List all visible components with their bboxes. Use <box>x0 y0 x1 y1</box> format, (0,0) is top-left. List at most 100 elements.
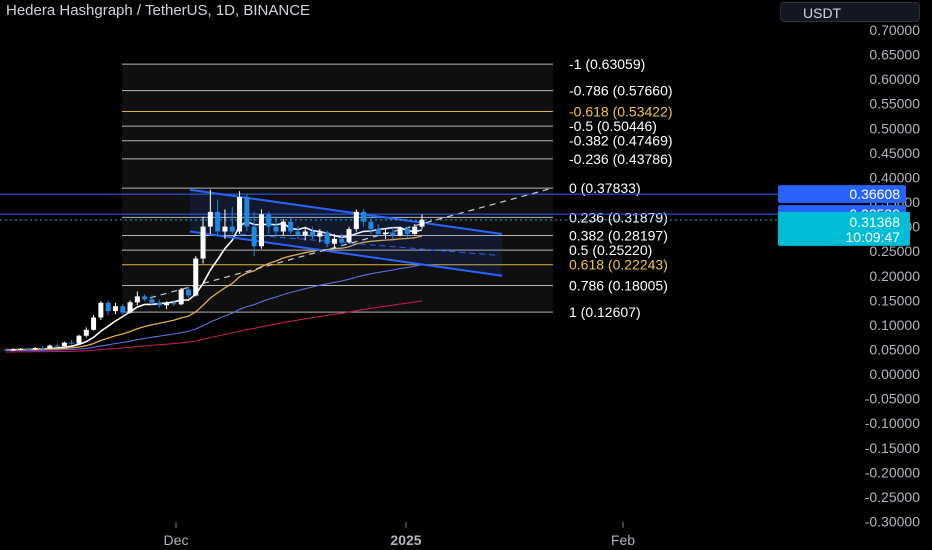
price-tick-label: 0.55000 <box>869 96 920 112</box>
price-tick-label: 0.20000 <box>869 268 920 284</box>
candle-body <box>266 214 272 227</box>
countdown-text: 10:09:47 <box>846 229 901 245</box>
time-tick-label: 2025 <box>390 532 421 548</box>
price-tick-label: -0.05000 <box>865 391 920 407</box>
time-tick-label: Dec <box>164 532 189 548</box>
price-tick-label: -0.10000 <box>865 415 920 431</box>
candle-body <box>47 345 53 349</box>
candle-body <box>10 349 16 351</box>
candle-body <box>324 232 330 244</box>
price-label-text: 0.36608 <box>849 186 900 202</box>
fib-level-label: -0.786 (0.57660) <box>569 83 673 99</box>
current-price-text: 0.31368 <box>849 214 900 230</box>
candle-body <box>361 211 367 222</box>
fib-band <box>122 126 553 141</box>
price-tick-label: 0.50000 <box>869 120 920 136</box>
price-tick-label: -0.25000 <box>865 489 920 505</box>
candle-body <box>288 221 294 232</box>
price-tick-label: 0.10000 <box>869 317 920 333</box>
time-axis[interactable]: Dec 2025 Feb <box>164 522 636 548</box>
fib-level-label: -0.382 (0.47469) <box>569 133 673 149</box>
candle-body <box>54 345 60 347</box>
candle-body <box>3 349 9 351</box>
candle-body <box>295 231 301 236</box>
price-tick-label: 0.00000 <box>869 366 920 382</box>
fib-level-label: 0.236 (0.31879) <box>569 209 668 225</box>
candle-body <box>273 226 279 232</box>
chart-title: Hedera Hashgraph / TetherUS, 1D, BINANCE <box>6 2 311 19</box>
candle-body <box>353 211 359 230</box>
price-tick-label: -0.20000 <box>865 464 920 480</box>
candle-body <box>18 348 24 350</box>
currency-selector[interactable]: USDT <box>780 2 920 22</box>
fib-level-label: -0.618 (0.53422) <box>569 103 673 119</box>
candle-body <box>302 231 308 236</box>
candle-body <box>83 329 89 336</box>
candle-body <box>149 299 155 303</box>
candle-body <box>25 348 31 350</box>
candle-body <box>91 317 97 330</box>
candle-body <box>156 302 162 306</box>
fib-level-label: 0.382 (0.28197) <box>569 227 668 243</box>
candle-body <box>237 197 243 232</box>
candle-body <box>258 214 264 247</box>
candle-body <box>215 211 221 232</box>
price-tick-label: 0.70000 <box>869 22 920 38</box>
candle-body <box>310 231 316 237</box>
candle-body <box>207 211 213 227</box>
candle-body <box>32 348 38 350</box>
fib-level-label: -0.236 (0.43786) <box>569 151 673 167</box>
candle-body <box>200 226 206 259</box>
fib-level-label: -0.5 (0.50446) <box>569 118 657 134</box>
time-tick-label: Feb <box>611 532 635 548</box>
candle-body <box>171 303 177 305</box>
candle-body <box>346 229 352 243</box>
fib-band <box>122 90 553 112</box>
fib-level-label: 0.618 (0.22243) <box>569 257 668 273</box>
candle-body <box>178 289 184 305</box>
candle-body <box>61 342 67 347</box>
price-labels: 0.366080.325390.3136810:09:47 <box>778 185 910 246</box>
candle-body <box>404 228 410 234</box>
candle-body <box>120 306 126 313</box>
candle-body <box>331 238 337 244</box>
fib-band <box>122 158 553 189</box>
candle-body <box>127 302 133 313</box>
candle-body <box>142 296 148 300</box>
candle-body <box>39 348 45 350</box>
candle-body <box>397 228 403 236</box>
candle-body <box>244 197 250 227</box>
price-chart[interactable]: -1 (0.63059) -0.786 (0.57660) -0.618 (0.53… <box>0 0 932 550</box>
candle-body <box>69 342 75 344</box>
fib-band <box>122 140 553 159</box>
price-tick-label: -0.30000 <box>865 514 920 530</box>
candle-body <box>185 289 191 296</box>
price-tick-label: 0.15000 <box>869 292 920 308</box>
fib-level-label: 0.786 (0.18005) <box>569 278 668 294</box>
candle-body <box>419 219 425 227</box>
price-tick-label: 0.60000 <box>869 71 920 87</box>
candle-body <box>412 226 418 234</box>
candle-body <box>76 335 82 344</box>
candle-body <box>339 238 345 243</box>
candle-body <box>105 302 111 312</box>
candle-body <box>368 221 374 230</box>
candle-body <box>98 302 104 318</box>
price-tick-label: -0.15000 <box>865 440 920 456</box>
price-tick-label: 0.40000 <box>869 169 920 185</box>
candle-body <box>222 226 228 232</box>
fib-band <box>122 64 553 91</box>
candle-body <box>375 229 381 234</box>
candle-body <box>317 232 323 237</box>
candle-body <box>229 226 235 232</box>
price-axis[interactable]: 0.70000 0.65000 0.60000 0.55000 0.50000 0.450… <box>865 22 920 530</box>
candle-body <box>383 232 389 234</box>
candle-body <box>164 303 170 306</box>
price-tick-label: 0.65000 <box>869 47 920 63</box>
price-tick-label: 0.05000 <box>869 341 920 357</box>
fib-level-label: -1 (0.63059) <box>569 56 645 72</box>
candle-body <box>280 221 286 232</box>
candle-body <box>390 232 396 236</box>
candle-body <box>112 306 118 312</box>
fib-level-label: 1 (0.12607) <box>569 304 641 320</box>
